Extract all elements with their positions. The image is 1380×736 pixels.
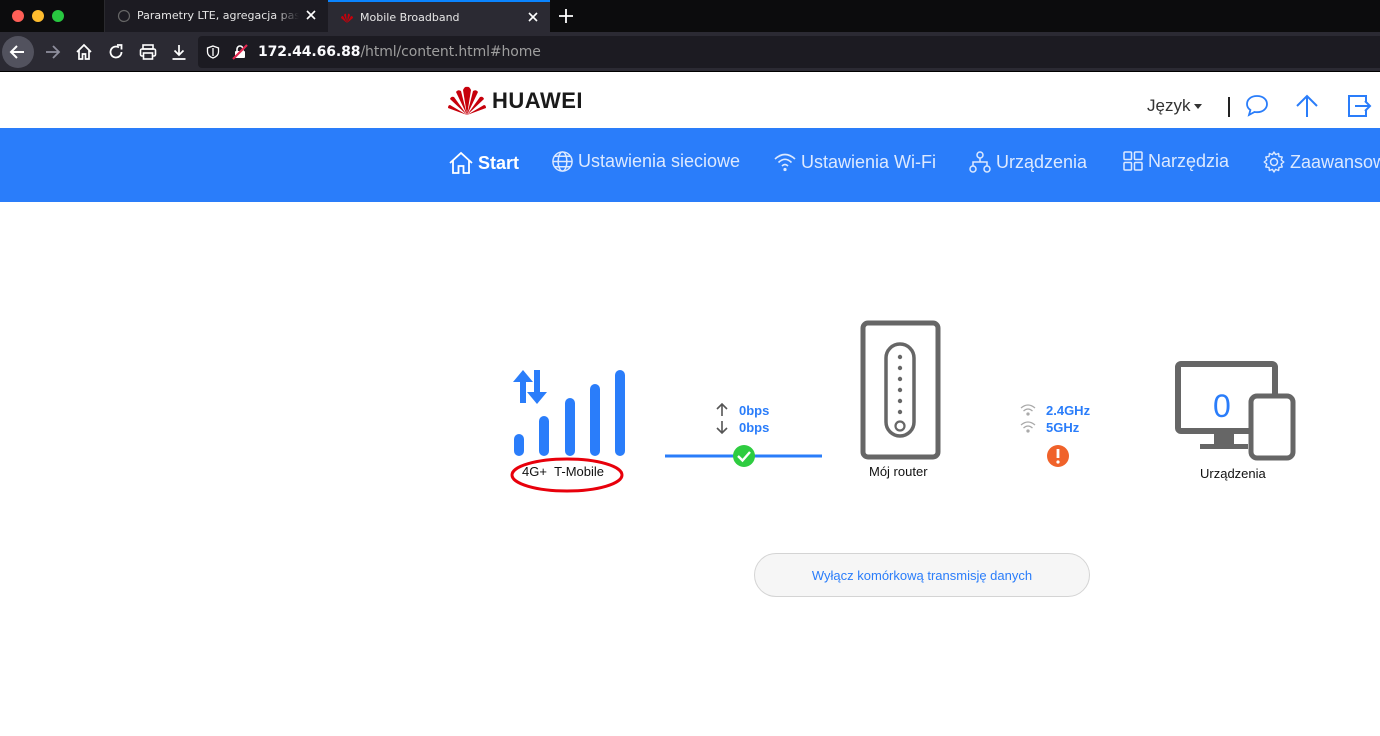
network-type: 4G+	[522, 464, 547, 479]
router-icon	[860, 320, 941, 460]
upload-arrow-icon	[716, 402, 728, 416]
wifi-5ghz-icon	[1020, 421, 1036, 433]
upload-speed: 0bps	[739, 403, 770, 418]
download-speed: 0bps	[739, 420, 770, 435]
router-label[interactable]: Mój router	[869, 464, 928, 479]
wifi-24ghz-icon	[1020, 404, 1036, 416]
data-transfer-arrows-icon	[513, 370, 547, 404]
network-status-label: 4G+ T-Mobile	[522, 464, 604, 479]
devices-count[interactable]: 0	[1213, 388, 1231, 425]
devices-icon	[1175, 361, 1296, 461]
wifi-band-24: 2.4GHz	[1046, 403, 1091, 418]
connection-diagram	[510, 320, 1296, 493]
signal-strength-icon	[514, 370, 625, 456]
connection-ok-icon	[733, 445, 755, 467]
disable-mobile-data-button[interactable]: Wyłącz komórkową transmisję danych	[754, 553, 1090, 597]
devices-label[interactable]: Urządzenia	[1200, 466, 1266, 481]
wifi-band-5: 5GHz	[1046, 420, 1080, 435]
download-arrow-icon	[716, 421, 728, 435]
operator-name: T-Mobile	[554, 464, 605, 479]
wifi-warning-icon	[1047, 445, 1069, 467]
